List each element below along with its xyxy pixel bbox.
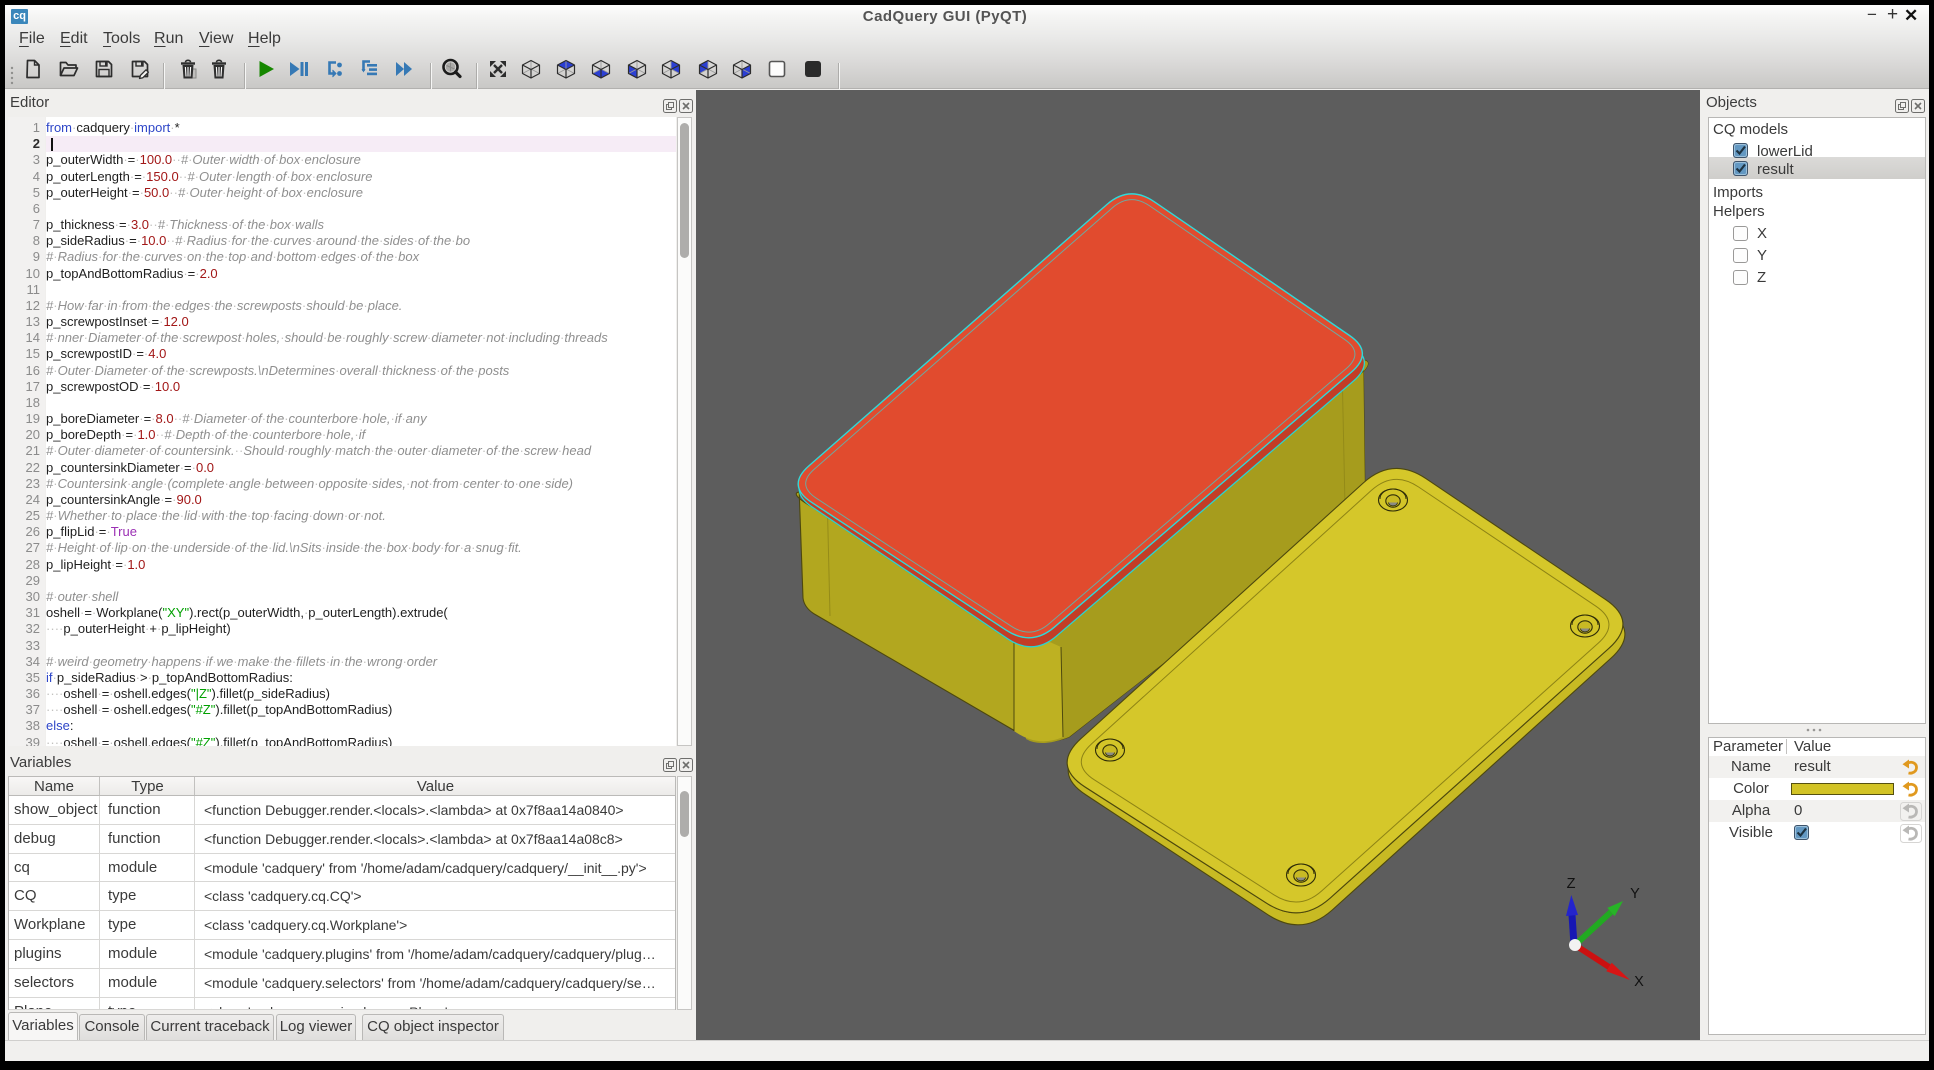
svg-text:X: X <box>1634 974 1644 990</box>
svg-text:Z: Z <box>1567 876 1576 892</box>
svg-text:Y: Y <box>1630 886 1640 902</box>
